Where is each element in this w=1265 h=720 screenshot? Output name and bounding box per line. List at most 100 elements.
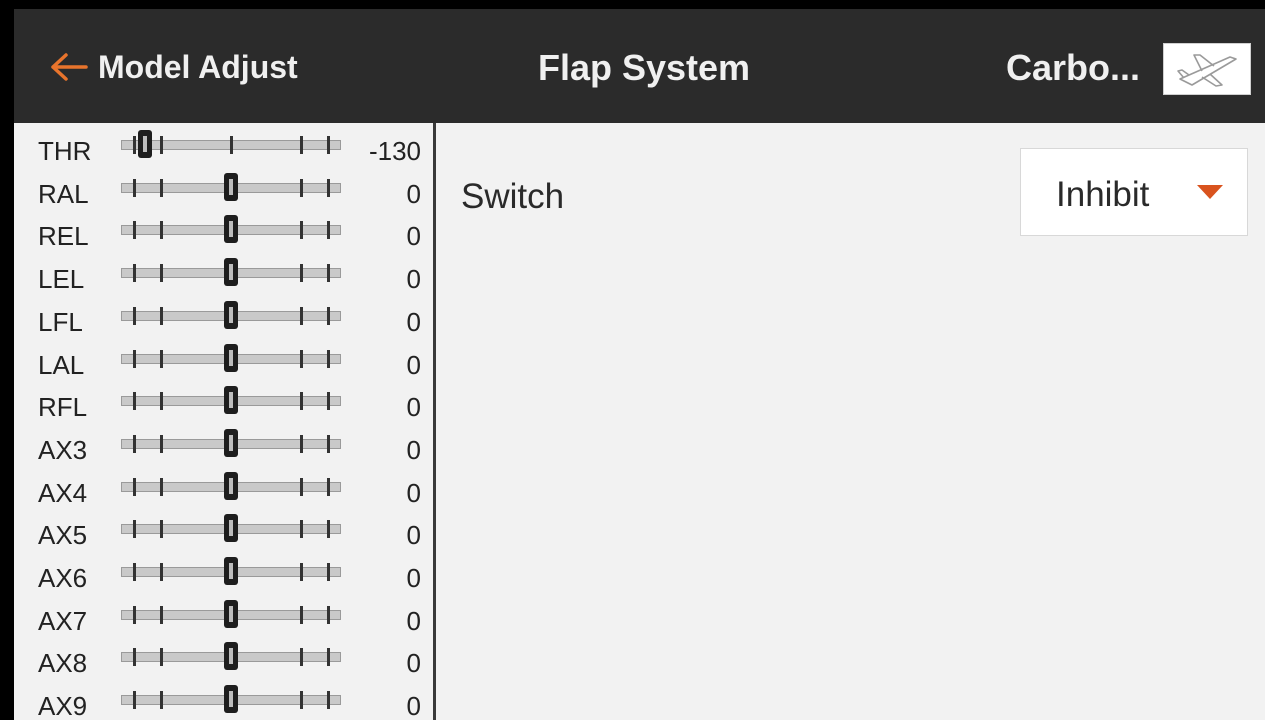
- channel-bar-tick: [159, 178, 163, 197]
- channel-row: REL 0: [14, 211, 433, 254]
- channel-bar-tick: [300, 306, 304, 325]
- channel-row: AX5 0: [14, 510, 433, 553]
- channel-row: THR -130: [14, 126, 433, 169]
- channel-bar-tick: [159, 605, 163, 624]
- channel-bar: [121, 599, 341, 628]
- channel-name: AX5: [38, 520, 88, 551]
- channel-name: RFL: [38, 392, 88, 423]
- channel-row: LAL 0: [14, 340, 433, 383]
- switch-label: Switch: [461, 177, 565, 216]
- channel-name: AX9: [38, 691, 88, 720]
- channel-bar: [121, 300, 341, 329]
- channel-bar: [121, 514, 341, 543]
- channel-bar-knob: [224, 300, 238, 329]
- channel-bar-tick: [300, 691, 304, 710]
- channel-bar-tick: [133, 178, 137, 197]
- channel-name: AX3: [38, 434, 88, 465]
- channel-bar-tick: [326, 221, 330, 240]
- channel-name: LAL: [38, 349, 85, 380]
- back-button[interactable]: Model Adjust: [50, 45, 298, 89]
- channel-row: RFL 0: [14, 382, 433, 425]
- channel-bar-knob: [224, 642, 238, 671]
- channel-bar: [121, 428, 341, 457]
- channel-bar-tick: [230, 136, 233, 154]
- back-label: Model Adjust: [98, 48, 298, 85]
- channel-bar-tick: [133, 691, 137, 710]
- channel-monitor: THR -130 RAL 0 REL 0 LEL 0 LFL 0 LAL 0 RFL 0 AX3 0 AX4 0 A…: [14, 123, 433, 720]
- channel-bar-tick: [133, 264, 137, 283]
- switch-dropdown-value: Inhibit: [1056, 175, 1150, 214]
- channel-value: 0: [406, 691, 421, 720]
- channel-row: LEL 0: [14, 254, 433, 297]
- channel-bar: [121, 685, 341, 714]
- channel-bar-knob: [224, 258, 238, 287]
- channel-bar-tick: [159, 520, 163, 539]
- channel-bar-knob: [224, 471, 238, 500]
- channel-bar: [121, 471, 341, 500]
- channel-bar: [121, 172, 341, 201]
- channel-bar-tick: [300, 520, 304, 539]
- airplane-icon: [1177, 54, 1237, 87]
- channel-row: AX7 0: [14, 596, 433, 639]
- channel-bar-tick: [300, 392, 304, 411]
- channel-value: 0: [406, 349, 421, 380]
- channel-bar-tick: [133, 392, 137, 411]
- channel-bar-tick: [326, 349, 330, 368]
- channel-value: 0: [406, 563, 421, 593]
- channel-bar-tick: [326, 691, 330, 710]
- channel-bar-tick: [300, 221, 304, 240]
- channel-bar-tick: [300, 264, 304, 283]
- channel-bar-knob: [138, 130, 152, 158]
- channel-bar-tick: [159, 563, 163, 581]
- channel-bar-tick: [133, 648, 137, 667]
- channel-bar-tick: [133, 136, 137, 154]
- channel-value: -130: [368, 136, 421, 166]
- channel-bar-tick: [300, 136, 304, 154]
- channel-bar-tick: [326, 563, 330, 581]
- channel-row: AX8 0: [14, 638, 433, 681]
- channel-value: 0: [406, 306, 421, 337]
- channel-bar-knob: [224, 428, 238, 457]
- channel-bar-tick: [300, 563, 304, 581]
- channel-row: AX6 0: [14, 553, 433, 596]
- page-title: Flap System: [537, 47, 751, 88]
- channel-bar-tick: [326, 306, 330, 325]
- model-name[interactable]: Carbo...: [1006, 47, 1140, 89]
- channel-bar-knob: [224, 386, 238, 415]
- channel-bar: [121, 258, 341, 287]
- channel-bar-tick: [300, 648, 304, 667]
- channel-bar-tick: [133, 434, 137, 453]
- channel-bar-tick: [133, 221, 137, 240]
- channel-row: AX4 0: [14, 468, 433, 511]
- channel-bar-knob: [224, 599, 238, 628]
- back-arrow-icon: [51, 53, 88, 81]
- screen: Model Adjust Flap System Carbo... THR -13…: [14, 9, 1265, 720]
- channel-bar-tick: [326, 136, 330, 154]
- channel-value: 0: [406, 434, 421, 465]
- channel-bar: [121, 386, 341, 415]
- channel-bar-tick: [133, 306, 137, 325]
- channel-bar-tick: [300, 349, 304, 368]
- channel-bar-tick: [159, 392, 163, 411]
- caret-down-icon: [1197, 185, 1223, 199]
- channel-name: AX8: [38, 648, 88, 679]
- model-select-button[interactable]: [1163, 43, 1251, 95]
- channel-bar-tick: [326, 434, 330, 453]
- channel-value: 0: [406, 178, 421, 209]
- channel-bar-tick: [326, 648, 330, 667]
- channel-row: LFL 0: [14, 297, 433, 340]
- channel-value: 0: [406, 605, 421, 636]
- channel-bar-knob: [224, 172, 238, 201]
- channel-name: LEL: [38, 264, 85, 295]
- channel-bar-tick: [133, 349, 137, 368]
- channel-bar-tick: [159, 306, 163, 325]
- channel-bar-tick: [300, 178, 304, 197]
- header-bar: Model Adjust Flap System Carbo...: [14, 9, 1265, 123]
- switch-dropdown[interactable]: Inhibit: [1020, 148, 1248, 236]
- channel-name: AX6: [38, 563, 88, 593]
- channel-value: 0: [406, 264, 421, 295]
- channel-bar-tick: [326, 392, 330, 411]
- channel-name: THR: [38, 136, 92, 166]
- channel-bar: [121, 557, 341, 585]
- channel-bar-tick: [133, 520, 137, 539]
